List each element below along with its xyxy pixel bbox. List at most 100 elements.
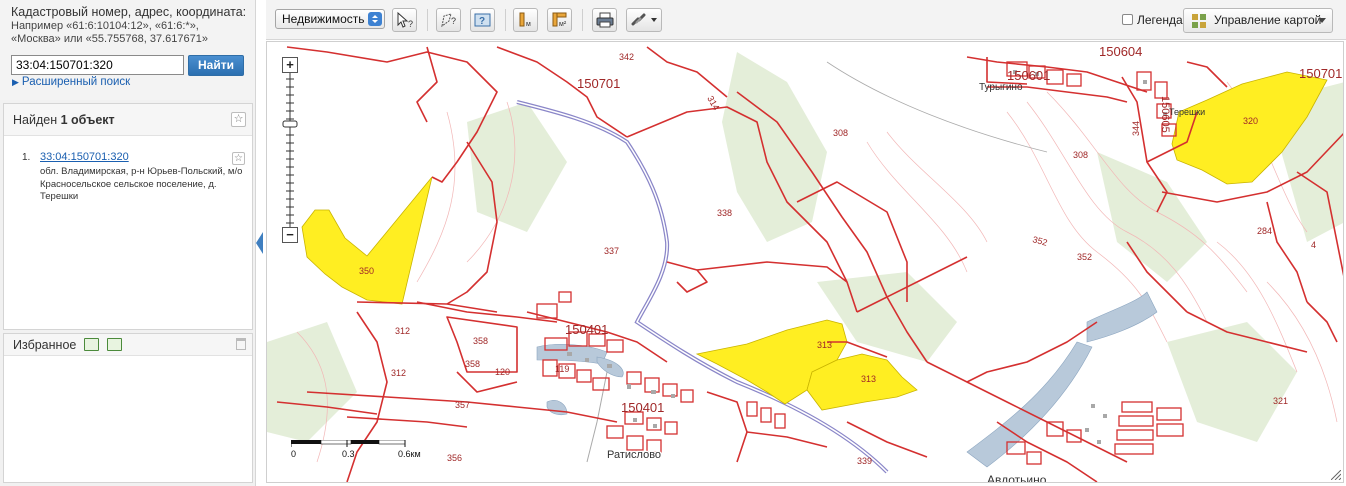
zoom-control: + − bbox=[282, 57, 298, 243]
measure-distance-button[interactable]: м bbox=[513, 8, 538, 32]
excel-import-icon[interactable] bbox=[107, 338, 122, 351]
results-prefix: Найден bbox=[13, 113, 61, 127]
map-label: 357 bbox=[455, 400, 470, 410]
map-label: 4 bbox=[1311, 240, 1316, 250]
trash-icon[interactable] bbox=[236, 338, 246, 350]
scale-ruler bbox=[291, 440, 406, 447]
map-label: 308 bbox=[1073, 150, 1088, 160]
scale-label-2: 0.6км bbox=[398, 449, 421, 459]
legend-label[interactable]: Легенда bbox=[1137, 13, 1183, 27]
scale-bar: 0 0.3 0.6км bbox=[291, 440, 441, 464]
search-input[interactable] bbox=[11, 55, 184, 75]
map-label: 150701 bbox=[1299, 66, 1342, 81]
map-label: 320 bbox=[1243, 116, 1258, 126]
place-label: Авдотьино bbox=[987, 473, 1047, 483]
select-arrows-icon bbox=[368, 12, 382, 26]
svg-text:м: м bbox=[526, 21, 531, 28]
search-title: Кадастровый номер, адрес, координата: bbox=[11, 5, 247, 19]
favorites-panel: Избранное bbox=[3, 333, 253, 483]
scale-label-1: 0.3 bbox=[342, 449, 355, 459]
link-button[interactable] bbox=[626, 8, 662, 32]
map-label: 352 bbox=[1031, 234, 1048, 248]
map-label: 337 bbox=[604, 246, 619, 256]
map-label: 313 bbox=[817, 340, 832, 350]
left-panel: Кадастровый номер, адрес, координата: На… bbox=[0, 0, 263, 486]
map-label: 312 bbox=[391, 368, 406, 378]
resize-handle-icon[interactable] bbox=[1331, 470, 1341, 480]
map-label: 150604 bbox=[1099, 44, 1142, 59]
map-label: 352 bbox=[1077, 252, 1092, 262]
find-button[interactable]: Найти bbox=[188, 55, 244, 76]
search-hint: Например «61:6:10104:12», «61:6:*», «Мос… bbox=[11, 20, 208, 45]
place-label: Ратислово bbox=[607, 449, 661, 461]
scale-label-0: 0 bbox=[291, 449, 297, 459]
map-label: 308 bbox=[833, 128, 848, 138]
map-label: 312 bbox=[395, 326, 410, 336]
results-title: Найден 1 объект bbox=[13, 113, 115, 127]
printer-icon bbox=[596, 12, 614, 28]
info-tool-button[interactable]: ? bbox=[470, 8, 495, 32]
dropdown-arrow-icon bbox=[1318, 18, 1326, 23]
measure-area-button[interactable]: м² bbox=[547, 8, 572, 32]
cursor-question-icon: ? bbox=[397, 11, 413, 29]
map-label: 339 bbox=[857, 456, 872, 466]
layer-select[interactable]: Недвижимость bbox=[275, 9, 385, 29]
results-panel: Найден 1 объект ☆ 1. 33:04:150701:320 ☆ … bbox=[3, 103, 253, 330]
map-label: 120 bbox=[495, 367, 510, 377]
map-label: 313 bbox=[861, 374, 876, 384]
map-label: 338 bbox=[717, 208, 732, 218]
map-label: 350 bbox=[359, 266, 374, 276]
result-cadastral-link[interactable]: 33:04:150701:320 bbox=[40, 151, 129, 163]
svg-text:?: ? bbox=[479, 16, 485, 27]
map-label: 150401 bbox=[565, 322, 608, 337]
svg-text:?: ? bbox=[451, 16, 456, 26]
map-label: 284 bbox=[1257, 226, 1272, 236]
map-label: 321 bbox=[1273, 396, 1288, 406]
ruler-area-icon: м² bbox=[552, 12, 567, 28]
favorites-title: Избранное bbox=[13, 338, 77, 352]
result-address: обл. Владимирская, р-н Юрьев-Польский, м… bbox=[40, 166, 243, 202]
map-viewport[interactable]: 150701 150601 150604 150701 150401 15040… bbox=[266, 41, 1344, 483]
svg-text:м²: м² bbox=[559, 21, 567, 28]
collapse-panel-icon[interactable] bbox=[256, 232, 263, 254]
place-label: Терешки bbox=[1169, 107, 1205, 117]
map-label: 150701 bbox=[577, 76, 620, 91]
search-panel: Кадастровый номер, адрес, координата: На… bbox=[0, 0, 255, 100]
zoom-handle[interactable] bbox=[282, 120, 298, 128]
map-control-dropdown[interactable]: Управление картой bbox=[1183, 8, 1333, 33]
identify-tool-button[interactable]: ? bbox=[392, 8, 417, 32]
map-label: 342 bbox=[619, 52, 634, 62]
map-label: 150601 bbox=[1007, 68, 1050, 83]
legend-checkbox[interactable] bbox=[1122, 14, 1133, 25]
svg-text:?: ? bbox=[408, 19, 413, 29]
layer-select-value: Недвижимость bbox=[282, 12, 365, 26]
ruler-distance-icon: м bbox=[519, 12, 531, 28]
map-label: 119 bbox=[555, 364, 569, 374]
result-star-icon[interactable]: ☆ bbox=[232, 152, 245, 165]
print-button[interactable] bbox=[592, 8, 617, 32]
map-question-icon: ? bbox=[474, 13, 491, 27]
zoom-slider[interactable] bbox=[282, 73, 298, 227]
layers-grid-icon bbox=[1192, 14, 1206, 28]
zoom-out-button[interactable]: − bbox=[282, 227, 298, 243]
excel-export-icon[interactable] bbox=[84, 338, 99, 351]
results-count: 1 объект bbox=[60, 113, 115, 127]
results-header: Найден 1 объект ☆ bbox=[4, 104, 252, 136]
map-label: 344 bbox=[1131, 121, 1141, 136]
arrow-right-icon: ▶ bbox=[12, 77, 19, 87]
result-number: 1. bbox=[22, 152, 31, 163]
map-label: 356 bbox=[447, 453, 462, 463]
star-icon[interactable]: ☆ bbox=[231, 112, 246, 127]
polygon-select-icon: ? bbox=[441, 13, 456, 28]
advanced-search-link[interactable]: ▶ Расширенный поиск bbox=[12, 76, 130, 88]
select-area-button[interactable]: ? bbox=[436, 8, 461, 32]
advanced-search-label: Расширенный поиск bbox=[21, 76, 131, 88]
map-label: 358 bbox=[465, 359, 480, 369]
cadastral-map[interactable]: 150701 150601 150604 150701 150401 15040… bbox=[267, 42, 1344, 483]
map-label: 150401 bbox=[621, 400, 664, 415]
map-control-label: Управление картой bbox=[1214, 13, 1322, 27]
map-toolbar: Недвижимость ? ? ? м м² Легенда Управлен… bbox=[266, 0, 1346, 40]
place-label: Турыгино bbox=[979, 82, 1023, 93]
zoom-in-button[interactable]: + bbox=[282, 57, 298, 73]
link-chain-icon bbox=[631, 13, 657, 26]
